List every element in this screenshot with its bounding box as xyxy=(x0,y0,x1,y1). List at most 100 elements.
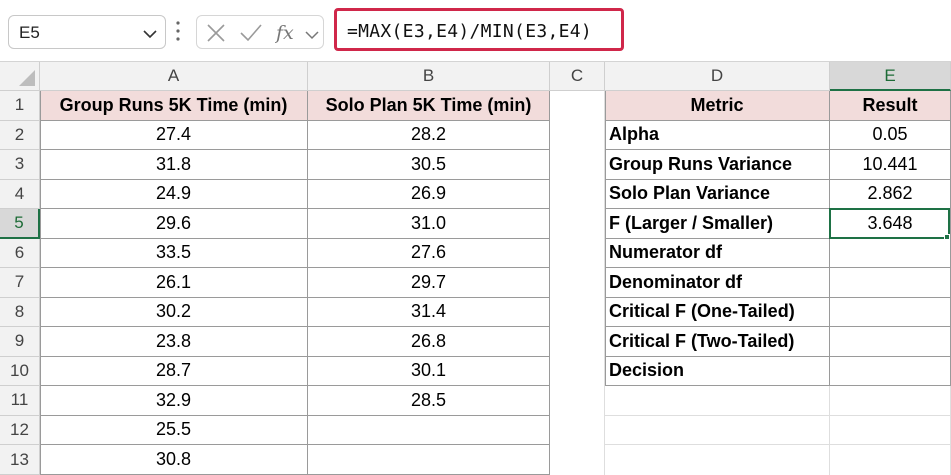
group-runs-cell[interactable]: 27.4 xyxy=(40,120,308,150)
solo-plan-cell[interactable]: 30.1 xyxy=(308,356,550,386)
group-runs-cell[interactable]: 33.5 xyxy=(40,238,308,268)
solo-plan-cell[interactable]: 31.0 xyxy=(308,209,550,239)
solo-plan-cell[interactable]: 28.2 xyxy=(308,120,550,150)
column-header-e[interactable]: E xyxy=(830,62,951,91)
result-cell[interactable] xyxy=(830,238,951,268)
more-vert-icon[interactable] xyxy=(175,19,181,48)
name-box-value: E5 xyxy=(19,23,40,42)
column-header-c[interactable]: C xyxy=(550,62,605,91)
metric-cell[interactable]: Alpha xyxy=(605,120,830,150)
table-header-cell[interactable]: Solo Plan 5K Time (min) xyxy=(308,91,550,121)
metric-cell[interactable]: Numerator df xyxy=(605,238,830,268)
row-header-label: 2 xyxy=(14,124,25,144)
chevron-down-icon[interactable] xyxy=(305,27,319,45)
result-cell-active[interactable]: 3.648 xyxy=(830,209,951,239)
column-header-b[interactable]: B xyxy=(308,62,550,91)
row-header-4[interactable]: 4 xyxy=(0,179,40,209)
group-runs-cell[interactable]: 30.8 xyxy=(40,445,308,475)
row-header-12[interactable]: 12 xyxy=(0,415,40,445)
formula-text: =MAX(E3,E4)/MIN(E3,E4) xyxy=(347,21,593,42)
row-header-label: 6 xyxy=(14,242,25,262)
table-border xyxy=(605,91,606,386)
solo-plan-cell[interactable]: 30.5 xyxy=(308,150,550,180)
solo-plan-cell[interactable]: 27.6 xyxy=(308,238,550,268)
empty-cell[interactable] xyxy=(830,415,951,445)
empty-cell[interactable] xyxy=(605,386,830,416)
column-header-a[interactable]: A xyxy=(40,62,308,91)
svg-text:fx: fx xyxy=(275,22,294,44)
group-runs-cell[interactable]: 24.9 xyxy=(40,179,308,209)
solo-plan-cell[interactable]: 28.5 xyxy=(308,386,550,416)
result-cell[interactable] xyxy=(830,327,951,357)
cancel-x-icon[interactable] xyxy=(205,22,227,49)
table-header-cell[interactable]: Group Runs 5K Time (min) xyxy=(40,91,308,121)
group-runs-cell[interactable]: 28.7 xyxy=(40,356,308,386)
empty-cell[interactable] xyxy=(830,445,951,475)
solo-plan-cell[interactable]: 31.4 xyxy=(308,297,550,327)
row-header-label: 12 xyxy=(10,419,29,439)
result-cell[interactable] xyxy=(830,297,951,327)
formula-actions: fx xyxy=(196,15,324,49)
empty-cell[interactable] xyxy=(830,386,951,416)
metric-cell[interactable]: Critical F (Two-Tailed) xyxy=(605,327,830,357)
name-box[interactable]: E5 xyxy=(8,15,166,49)
row-header-6[interactable]: 6 xyxy=(0,238,40,268)
row-header-label: 5 xyxy=(14,212,24,232)
row-header-5[interactable]: 5 xyxy=(0,209,40,239)
group-runs-cell[interactable]: 30.2 xyxy=(40,297,308,327)
group-runs-cell[interactable]: 26.1 xyxy=(40,268,308,298)
group-runs-cell[interactable]: 31.8 xyxy=(40,150,308,180)
metric-cell[interactable]: Critical F (One-Tailed) xyxy=(605,297,830,327)
metric-cell[interactable]: Solo Plan Variance xyxy=(605,179,830,209)
row-header-9[interactable]: 9 xyxy=(0,327,40,357)
row-header-11[interactable]: 11 xyxy=(0,386,40,416)
row-header-2[interactable]: 2 xyxy=(0,120,40,150)
table-header-cell[interactable]: Result xyxy=(830,91,951,121)
row-header-label: 11 xyxy=(10,390,29,410)
row-header-7[interactable]: 7 xyxy=(0,268,40,298)
column-header-label: C xyxy=(570,66,584,85)
result-cell[interactable]: 10.441 xyxy=(830,150,951,180)
fx-icon[interactable]: fx xyxy=(274,21,301,50)
result-cell[interactable]: 2.862 xyxy=(830,179,951,209)
row-header-label: 10 xyxy=(10,360,29,380)
empty-column-c[interactable] xyxy=(550,91,605,475)
select-all-button[interactable] xyxy=(0,62,40,91)
metric-cell[interactable]: Decision xyxy=(605,356,830,386)
chevron-down-icon[interactable] xyxy=(143,26,157,44)
solo-plan-cell[interactable]: 26.9 xyxy=(308,179,550,209)
solo-plan-cell[interactable]: 29.7 xyxy=(308,268,550,298)
row-header-label: 9 xyxy=(14,331,25,351)
row-header-label: 3 xyxy=(14,154,25,174)
formula-bar: E5 fx =MAX(E3,E4)/MIN(E3,E4) xyxy=(0,0,951,62)
result-cell[interactable] xyxy=(830,356,951,386)
row-header-3[interactable]: 3 xyxy=(0,150,40,180)
row-header-1[interactable]: 1 xyxy=(0,91,40,121)
solo-plan-cell[interactable] xyxy=(308,415,550,445)
column-header-label: B xyxy=(422,66,435,85)
table-header-cell[interactable]: Metric xyxy=(605,91,830,121)
empty-cell[interactable] xyxy=(605,445,830,475)
column-header-d[interactable]: D xyxy=(605,62,830,91)
solo-plan-cell[interactable] xyxy=(308,445,550,475)
check-icon[interactable] xyxy=(239,22,263,49)
fill-handle[interactable] xyxy=(944,234,950,240)
result-cell[interactable] xyxy=(830,268,951,298)
metric-cell[interactable]: Group Runs Variance xyxy=(605,150,830,180)
metric-cell[interactable]: F (Larger / Smaller) xyxy=(605,209,830,239)
row-header-label: 4 xyxy=(14,183,25,203)
formula-input[interactable]: =MAX(E3,E4)/MIN(E3,E4) xyxy=(334,8,624,51)
row-header-label: 1 xyxy=(14,95,25,115)
empty-cell[interactable] xyxy=(605,415,830,445)
solo-plan-cell[interactable]: 26.8 xyxy=(308,327,550,357)
group-runs-cell[interactable]: 25.5 xyxy=(40,415,308,445)
result-cell[interactable]: 0.05 xyxy=(830,120,951,150)
row-header-8[interactable]: 8 xyxy=(0,297,40,327)
group-runs-cell[interactable]: 29.6 xyxy=(40,209,308,239)
row-header-10[interactable]: 10 xyxy=(0,356,40,386)
group-runs-cell[interactable]: 32.9 xyxy=(40,386,308,416)
metric-cell[interactable]: Denominator df xyxy=(605,268,830,298)
row-header-13[interactable]: 13 xyxy=(0,445,40,475)
group-runs-cell[interactable]: 23.8 xyxy=(40,327,308,357)
row-header-label: 13 xyxy=(10,449,29,469)
